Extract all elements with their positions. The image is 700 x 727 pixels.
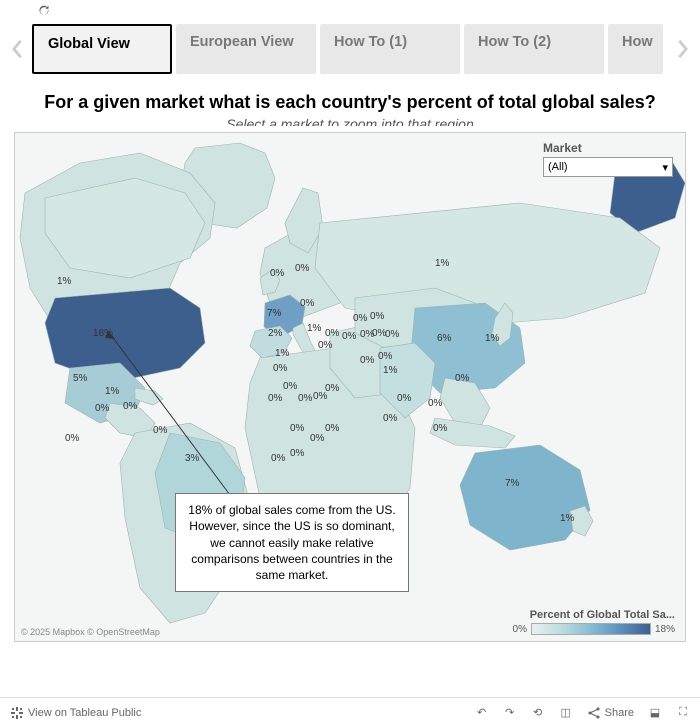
toolbar-share-label: Share: [605, 707, 634, 719]
share-icon: [587, 706, 601, 720]
legend-title: Percent of Global Total Sa...: [513, 609, 675, 621]
fullscreen-icon: ⛶: [676, 706, 690, 720]
map-annotation: 18% of global sales come from the US. Ho…: [175, 493, 409, 592]
tab-european-view[interactable]: European View: [176, 24, 316, 74]
redo-button[interactable]: ↷: [503, 706, 517, 720]
chevron-down-icon: ▾: [662, 161, 668, 174]
tabs: Global View European View How To (1) How…: [32, 24, 668, 74]
pause-button[interactable]: ◫: [559, 706, 573, 720]
bottom-toolbar: View on Tableau Public ↶ ↷ ⟲ ◫ Share ⬓ ⛶: [0, 697, 700, 727]
legend-gradient: [531, 623, 651, 635]
undo-icon: ↶: [475, 706, 489, 720]
pause-icon: ◫: [559, 706, 573, 720]
tab-label: Global View: [48, 36, 130, 53]
fullscreen-button[interactable]: ⛶: [676, 706, 690, 720]
market-filter-select[interactable]: (All) ▾: [543, 157, 673, 177]
tab-howto-1[interactable]: How To (1): [320, 24, 460, 74]
redo-icon: ↷: [503, 706, 517, 720]
share-button[interactable]: Share: [587, 706, 634, 720]
map-viewport[interactable]: Market (All) ▾: [14, 132, 686, 642]
legend-max: 18%: [655, 624, 675, 635]
tab-label: How To (2): [478, 34, 551, 51]
download-button[interactable]: ⬓: [648, 706, 662, 720]
legend-min: 0%: [513, 624, 527, 635]
tabs-scroll-right[interactable]: [668, 24, 696, 74]
tabs-scroll-left[interactable]: [4, 24, 32, 74]
market-filter-value: (All): [548, 161, 568, 173]
page-title: For a given market what is each country'…: [30, 90, 670, 114]
map-attribution: © 2025 Mapbox © OpenStreetMap: [21, 627, 160, 637]
tab-global-view[interactable]: Global View: [32, 24, 172, 74]
revert-button[interactable]: ⟲: [531, 706, 545, 720]
toolbar-view-label: View on Tableau Public: [28, 707, 141, 719]
tab-howto-3[interactable]: How: [608, 24, 663, 74]
undo-button[interactable]: ↶: [475, 706, 489, 720]
refresh-icon[interactable]: [38, 4, 50, 16]
download-icon: ⬓: [648, 706, 662, 720]
revert-icon: ⟲: [531, 706, 545, 720]
color-legend: Percent of Global Total Sa... 0% 18%: [513, 609, 675, 635]
tab-label: How: [622, 34, 653, 51]
market-filter-label: Market: [543, 141, 673, 155]
tableau-logo-icon: [10, 706, 24, 720]
page-subtitle: Select a market to zoom into that region: [30, 116, 670, 126]
tab-label: European View: [190, 34, 294, 51]
tab-howto-2[interactable]: How To (2): [464, 24, 604, 74]
view-on-tableau-public-button[interactable]: View on Tableau Public: [10, 706, 141, 720]
tab-label: How To (1): [334, 34, 407, 51]
